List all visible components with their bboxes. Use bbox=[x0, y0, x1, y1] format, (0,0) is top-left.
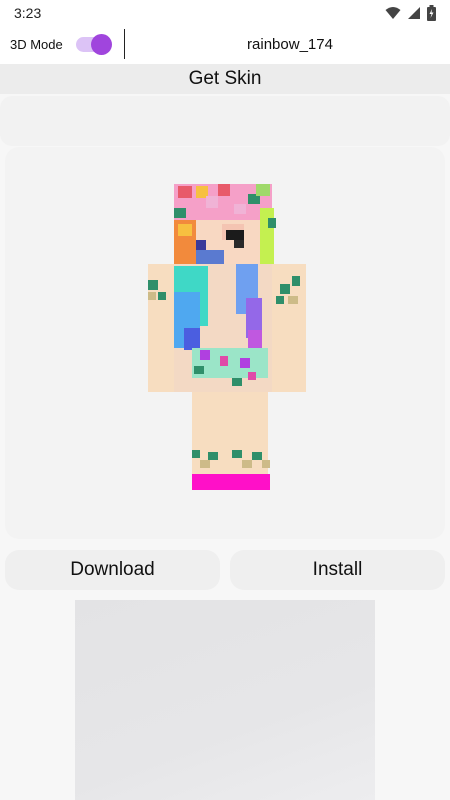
skin-preview-image bbox=[148, 184, 306, 490]
page-header: Get Skin bbox=[0, 64, 450, 94]
status-icons bbox=[385, 4, 436, 22]
battery-icon bbox=[427, 5, 436, 21]
install-button[interactable]: Install bbox=[230, 550, 445, 590]
3d-mode-toggle[interactable] bbox=[76, 34, 112, 55]
ad-placeholder[interactable] bbox=[75, 600, 375, 800]
status-time: 3:23 bbox=[14, 5, 42, 21]
toggle-thumb bbox=[91, 34, 112, 55]
signal-icon bbox=[408, 7, 420, 19]
divider bbox=[124, 29, 125, 59]
page-title: Get Skin bbox=[188, 68, 262, 89]
top-bar: 3D Mode rainbow_174 bbox=[0, 26, 450, 64]
wifi-icon bbox=[385, 7, 401, 19]
status-bar: 3:23 bbox=[0, 0, 450, 26]
skin-preview-card[interactable] bbox=[5, 147, 445, 539]
3d-mode-label: 3D Mode bbox=[10, 37, 63, 52]
banner-panel bbox=[0, 96, 450, 146]
download-button[interactable]: Download bbox=[5, 550, 220, 590]
skin-name: rainbow_174 bbox=[247, 36, 333, 53]
